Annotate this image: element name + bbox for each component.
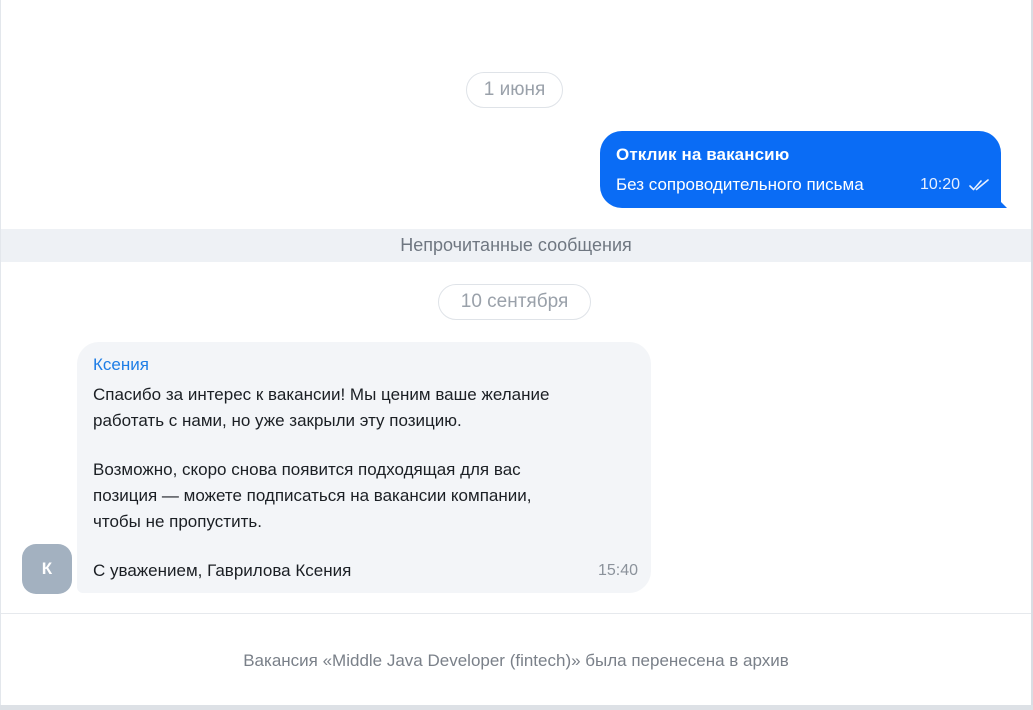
unread-label: Непрочитанные сообщения bbox=[400, 235, 632, 255]
outgoing-message-time: 10:20 bbox=[920, 176, 961, 193]
date-divider-september: 10 сентября bbox=[438, 284, 591, 320]
message-line: чтобы не пропустить. bbox=[93, 512, 262, 531]
chat-window: 1 июня Отклик на вакансию Без сопроводит… bbox=[0, 0, 1033, 710]
outgoing-bubble-tail bbox=[995, 196, 1007, 208]
date-label: 1 июня bbox=[483, 79, 546, 100]
message-line: позиция — можете подписаться на вакансии… bbox=[93, 486, 532, 505]
outgoing-message-body: Без сопроводительного письма bbox=[616, 175, 864, 194]
archive-notice: Вакансия «Middle Java Developer (fintech… bbox=[1, 614, 1031, 705]
incoming-message-bubble[interactable]: Ксения Спасибо за интерес к вакансии! Мы… bbox=[77, 342, 651, 593]
outgoing-message-bubble[interactable]: Отклик на вакансию Без сопроводительного… bbox=[600, 131, 1001, 208]
sender-name[interactable]: Ксения bbox=[93, 355, 149, 375]
avatar-letter: К bbox=[41, 559, 53, 578]
unread-messages-divider: Непрочитанные сообщения bbox=[1, 229, 1031, 262]
message-line: Возможно, скоро снова появится подходяща… bbox=[93, 460, 521, 479]
incoming-message-time: 15:40 bbox=[598, 562, 639, 579]
double-check-icon bbox=[969, 179, 989, 191]
avatar[interactable]: К bbox=[22, 544, 72, 594]
message-line: С уважением, Гаврилова Ксения bbox=[93, 561, 352, 580]
left-border bbox=[0, 0, 1, 705]
message-line: работать с нами, но уже закрыли эту пози… bbox=[93, 411, 462, 430]
date-divider-june: 1 июня bbox=[466, 72, 563, 108]
bottom-border bbox=[0, 705, 1033, 710]
outgoing-message-title: Отклик на вакансию bbox=[616, 145, 790, 164]
message-line: Спасибо за интерес к вакансии! Мы ценим … bbox=[93, 385, 550, 404]
archive-notice-text: Вакансия «Middle Java Developer (fintech… bbox=[243, 650, 789, 670]
date-label: 10 сентября bbox=[460, 291, 569, 312]
